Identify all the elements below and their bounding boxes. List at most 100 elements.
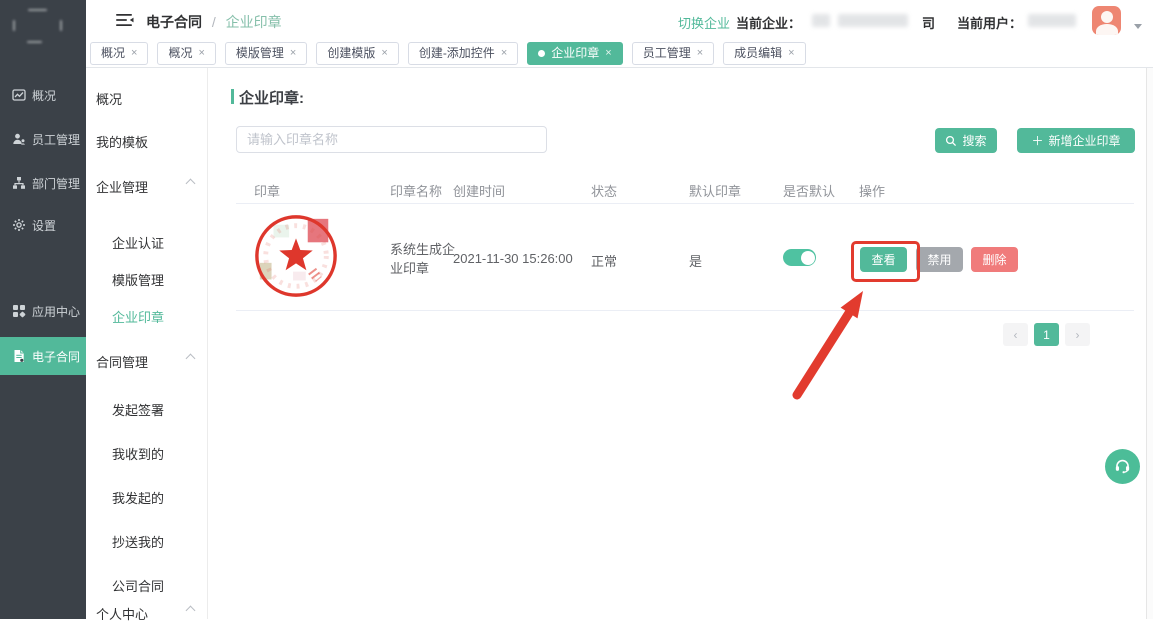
tab-close-icon[interactable]: × [198,43,204,64]
current-user-label: 当前用户： [957,13,1022,32]
breadcrumb-root[interactable]: 电子合同 [146,14,202,30]
tab-overview-1[interactable]: 概况 × [90,42,148,65]
cell-created-time: 2021-11-30 15:26:00 [453,251,573,266]
sidebar-item-overview[interactable]: 概况 [0,83,86,107]
col-header-actions: 操作 [859,181,885,200]
headset-icon [1113,457,1132,476]
breadcrumb-current: 企业印章 [226,14,282,30]
tab-close-icon[interactable]: × [697,43,703,64]
app-logo [0,0,86,70]
tab-overview-2[interactable]: 概况 × [157,42,215,65]
col-header-default-seal: 默认印章 [689,181,741,200]
search-button-label: 搜索 [962,132,986,149]
breadcrumb: 电子合同 / 企业印章 [146,12,282,32]
page-title: 企业印章: [239,87,304,108]
employees-icon [12,132,26,146]
seal-name-search-input[interactable] [236,126,547,153]
tab-label: 员工管理 [643,43,691,64]
tab-close-icon[interactable]: × [501,43,507,64]
sidebar-item-departments[interactable]: 部门管理 [0,171,86,195]
submenu-group-contract-management[interactable]: 合同管理 [96,352,148,371]
sidebar-item-label: 电子合同 [32,348,80,365]
switch-company-link[interactable]: 切换企业 [678,13,730,32]
user-name-redacted [1028,14,1076,27]
disable-button[interactable]: 禁用 [916,247,963,272]
sidebar-item-employees[interactable]: 员工管理 [0,127,86,151]
col-header-created-time: 创建时间 [453,181,505,200]
pagination-prev-button[interactable]: ‹ [1003,323,1028,346]
tab-member-edit[interactable]: 成员编辑 × [723,42,805,65]
tab-close-icon[interactable]: × [131,43,137,64]
annotation-arrow [785,213,885,403]
pagination-page-1[interactable]: 1 [1034,323,1059,346]
contract-icon [12,349,26,363]
submenu-item-initiate-signing[interactable]: 发起签署 [112,400,164,419]
submenu-item-enterprise-certification[interactable]: 企业认证 [112,233,164,252]
cell-seal-name: 系统生成企业印章 [390,240,456,278]
logo-redacted-mark [28,9,47,11]
user-menu-caret-icon[interactable] [1134,24,1142,29]
col-header-is-default: 是否默认 [783,181,835,200]
avatar-body-shape [1096,24,1118,35]
customer-service-button[interactable] [1105,449,1140,484]
submenu-item-overview[interactable]: 概况 [96,89,122,108]
submenu-item-template-management[interactable]: 模版管理 [112,270,164,289]
active-tab-dot-icon [538,50,545,57]
sidebar-item-label: 应用中心 [32,303,80,320]
submenu-item-received[interactable]: 我收到的 [112,444,164,463]
tab-create-template[interactable]: 创建模版× [316,42,398,65]
tab-label: 概况 [168,43,192,64]
submenu-item-cc-me[interactable]: 抄送我的 [112,532,164,551]
departments-icon [12,176,26,190]
tab-label: 成员编辑 [734,43,782,64]
sidebar-item-app-center[interactable]: 应用中心 [0,299,86,323]
logo-redacted-mark [60,20,62,31]
submenu-group-enterprise-management[interactable]: 企业管理 [96,177,148,196]
logo-redacted-mark [13,20,15,31]
tab-close-icon[interactable]: × [290,43,296,64]
secondary-sidebar: 概况 我的模板 企业管理 企业认证 模版管理 企业印章 合同管理 发起签署 我收… [86,68,208,619]
tab-close-icon[interactable]: × [605,43,611,64]
is-default-toggle[interactable] [783,249,816,266]
sidebar-item-label: 部门管理 [32,175,80,192]
add-button-label: 新增企业印章 [1049,132,1121,149]
add-enterprise-seal-button[interactable]: ＋ 新增企业印章 [1017,128,1135,153]
tab-close-icon[interactable]: × [788,43,794,64]
enterprise-seal-image [252,212,340,300]
chevron-up-icon[interactable] [186,606,196,616]
tab-label: 概况 [101,43,125,64]
sidebar-item-settings[interactable]: 设置 [0,213,86,237]
tab-enterprise-seal[interactable]: 企业印章× [527,42,622,65]
tab-template-management[interactable]: 模版管理× [225,42,307,65]
breadcrumb-separator: / [212,14,216,30]
chevron-up-icon[interactable] [186,354,196,364]
sidebar-item-label: 概况 [32,87,56,104]
user-avatar[interactable] [1092,6,1121,35]
sidebar-item-e-contract[interactable]: 电子合同 [0,337,86,375]
toggle-knob [801,251,815,265]
main-content: 企业印章: 搜索 ＋ 新增企业印章 印章 印章名称 创建时间 状态 默认印章 是… [208,68,1146,619]
search-icon [945,135,957,147]
submenu-item-initiated[interactable]: 我发起的 [112,488,164,507]
tab-create-add-controls[interactable]: 创建-添加控件 × [408,42,518,65]
chevron-up-icon[interactable] [186,179,196,189]
avatar-head-shape [1101,11,1113,23]
cell-status: 正常 [591,251,617,270]
submenu-group-personal-center[interactable]: 个人中心 [96,604,148,623]
company-name-suffix: 司 [922,13,935,32]
tab-label: 创建-添加控件 [419,43,495,64]
scrollbar-track[interactable] [1146,68,1153,619]
delete-button[interactable]: 删除 [971,247,1018,272]
cell-default-seal: 是 [689,251,702,270]
company-name-redacted [812,14,830,27]
submenu-item-enterprise-seal[interactable]: 企业印章 [112,307,164,326]
submenu-item-company-contracts[interactable]: 公司合同 [112,576,164,595]
tab-employee-management[interactable]: 员工管理 × [632,42,714,65]
pagination-next-button[interactable]: › [1065,323,1090,346]
tab-close-icon[interactable]: × [381,43,387,64]
menu-fold-icon[interactable] [116,13,134,27]
submenu-item-my-templates[interactable]: 我的模板 [96,132,148,151]
view-button[interactable]: 查看 [860,247,907,272]
search-button[interactable]: 搜索 [935,128,997,153]
sidebar-item-label: 员工管理 [32,131,80,148]
